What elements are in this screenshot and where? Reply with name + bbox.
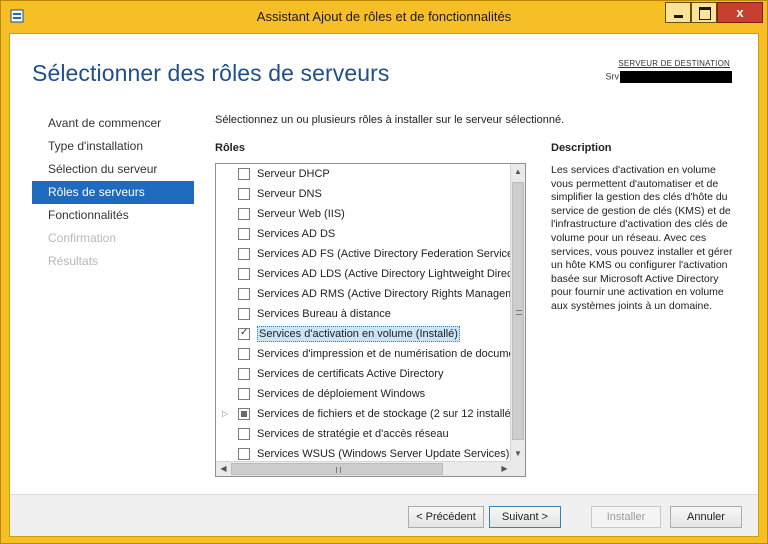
role-label: Services AD LDS (Active Directory Lightw… (257, 268, 512, 280)
role-label: Services AD RMS (Active Directory Rights… (257, 288, 512, 300)
role-checkbox[interactable] (238, 288, 250, 300)
role-label: Services WSUS (Windows Server Update Ser… (257, 448, 510, 460)
role-row[interactable]: Services d'impression et de numérisation… (216, 345, 512, 365)
page-title: Sélectionner des rôles de serveurs (32, 60, 390, 86)
scroll-up-icon[interactable]: ▲ (511, 164, 525, 180)
role-checkbox[interactable] (238, 448, 250, 460)
close-button[interactable]: x (717, 2, 763, 23)
cancel-button[interactable]: Annuler (670, 506, 742, 528)
role-label: Services Bureau à distance (257, 308, 391, 320)
wizard-footer: < Précédent Suivant > Installer Annuler (10, 494, 758, 536)
role-label: Serveur DNS (257, 188, 322, 200)
horizontal-scrollbar[interactable]: ◀ ▶ (216, 461, 512, 476)
role-checkbox[interactable] (238, 348, 250, 360)
role-row[interactable]: Serveur DHCP (216, 165, 512, 185)
role-row[interactable]: Services AD FS (Active Directory Federat… (216, 245, 512, 265)
role-checkbox[interactable] (238, 208, 250, 220)
window-title: Assistant Ajout de rôles et de fonctionn… (256, 9, 512, 24)
role-label: Serveur DHCP (257, 168, 330, 180)
redaction-bar (620, 71, 732, 83)
wizard-steps-nav: Avant de commencer Type d'installation Sél… (32, 112, 194, 273)
role-label: Services de fichiers et de stockage (2 s… (257, 408, 512, 420)
description-text: Les services d'activation en volume vous… (551, 164, 733, 312)
nav-step-4[interactable]: Rôles de serveurs (32, 181, 194, 204)
scroll-down-icon[interactable]: ▼ (511, 446, 525, 462)
nav-step-1[interactable]: Avant de commencer (32, 112, 194, 135)
nav-step-2[interactable]: Type d'installation (32, 135, 194, 158)
expand-arrow-icon[interactable]: ▷ (222, 409, 228, 418)
role-checkbox[interactable] (238, 408, 250, 420)
instruction-text: Sélectionnez un ou plusieurs rôles à ins… (215, 114, 565, 126)
vertical-scrollbar[interactable]: ▲ ▼ (510, 164, 525, 462)
role-label: Services de certificats Active Directory (257, 368, 444, 380)
role-checkbox[interactable] (238, 168, 250, 180)
wizard-client-area: Sélectionner des rôles de serveurs SERVE… (9, 33, 759, 537)
nav-step-3[interactable]: Sélection du serveur (32, 158, 194, 181)
role-row[interactable]: Services de certificats Active Directory (216, 365, 512, 385)
description-header: Description (551, 142, 612, 154)
role-row[interactable]: Services d'activation en volume (Install… (216, 325, 512, 345)
role-label: Services de stratégie et d'accès réseau (257, 428, 449, 440)
role-checkbox[interactable] (238, 428, 250, 440)
role-row[interactable]: Serveur DNS (216, 185, 512, 205)
role-label: Services AD DS (257, 228, 336, 240)
role-checkbox[interactable] (238, 308, 250, 320)
title-bar[interactable]: Assistant Ajout de rôles et de fonctionn… (1, 1, 767, 33)
role-row[interactable]: ▷ Services de fichiers et de stockage (2 … (216, 405, 512, 425)
scrollbar-corner (510, 461, 525, 476)
role-label: Services AD FS (Active Directory Federat… (257, 248, 512, 260)
role-row[interactable]: Services WSUS (Windows Server Update Ser… (216, 445, 512, 462)
destination-server-label: SERVEUR DE DESTINATION (618, 59, 730, 68)
role-checkbox[interactable] (238, 368, 250, 380)
horizontal-scroll-thumb[interactable] (231, 463, 443, 475)
roles-header: Rôles (215, 142, 245, 154)
role-checkbox[interactable] (238, 188, 250, 200)
role-checkbox[interactable] (238, 327, 250, 340)
roles-list-content: Serveur DHCP Serveur DNS Serveur Web (IIS)… (216, 164, 512, 462)
role-label: Services de déploiement Windows (257, 388, 426, 400)
role-label: Serveur Web (IIS) (257, 208, 345, 220)
roles-list[interactable]: Serveur DHCP Serveur DNS Serveur Web (IIS)… (215, 163, 526, 477)
minimize-button[interactable] (665, 2, 691, 23)
role-row[interactable]: Services de stratégie et d'accès réseau (216, 425, 512, 445)
maximize-button[interactable] (691, 2, 717, 23)
role-checkbox[interactable] (238, 228, 250, 240)
close-icon: x (736, 5, 744, 20)
role-row[interactable]: Serveur Web (IIS) (216, 205, 512, 225)
nav-step-7: Résultats (48, 254, 99, 268)
previous-button[interactable]: < Précédent (408, 506, 484, 528)
nav-step-6: Confirmation (48, 231, 117, 245)
role-label: Services d'impression et de numérisation… (257, 348, 512, 360)
role-checkbox[interactable] (238, 268, 250, 280)
destination-server-name: Srv (606, 71, 732, 83)
role-row[interactable]: Services AD RMS (Active Directory Rights… (216, 285, 512, 305)
scroll-left-icon[interactable]: ◀ (216, 462, 231, 476)
role-row[interactable]: Services de déploiement Windows (216, 385, 512, 405)
install-button[interactable]: Installer (591, 506, 661, 528)
role-row[interactable]: Services AD LDS (Active Directory Lightw… (216, 265, 512, 285)
role-row[interactable]: Services AD DS (216, 225, 512, 245)
role-checkbox[interactable] (238, 388, 250, 400)
next-button[interactable]: Suivant > (489, 506, 561, 528)
wizard-window: Assistant Ajout de rôles et de fonctionn… (0, 0, 768, 544)
role-label: Services d'activation en volume (Install… (257, 326, 460, 342)
role-row[interactable]: Services Bureau à distance (216, 305, 512, 325)
vertical-scroll-thumb[interactable] (512, 182, 524, 440)
nav-step-5[interactable]: Fonctionnalités (32, 204, 194, 227)
role-checkbox[interactable] (238, 248, 250, 260)
